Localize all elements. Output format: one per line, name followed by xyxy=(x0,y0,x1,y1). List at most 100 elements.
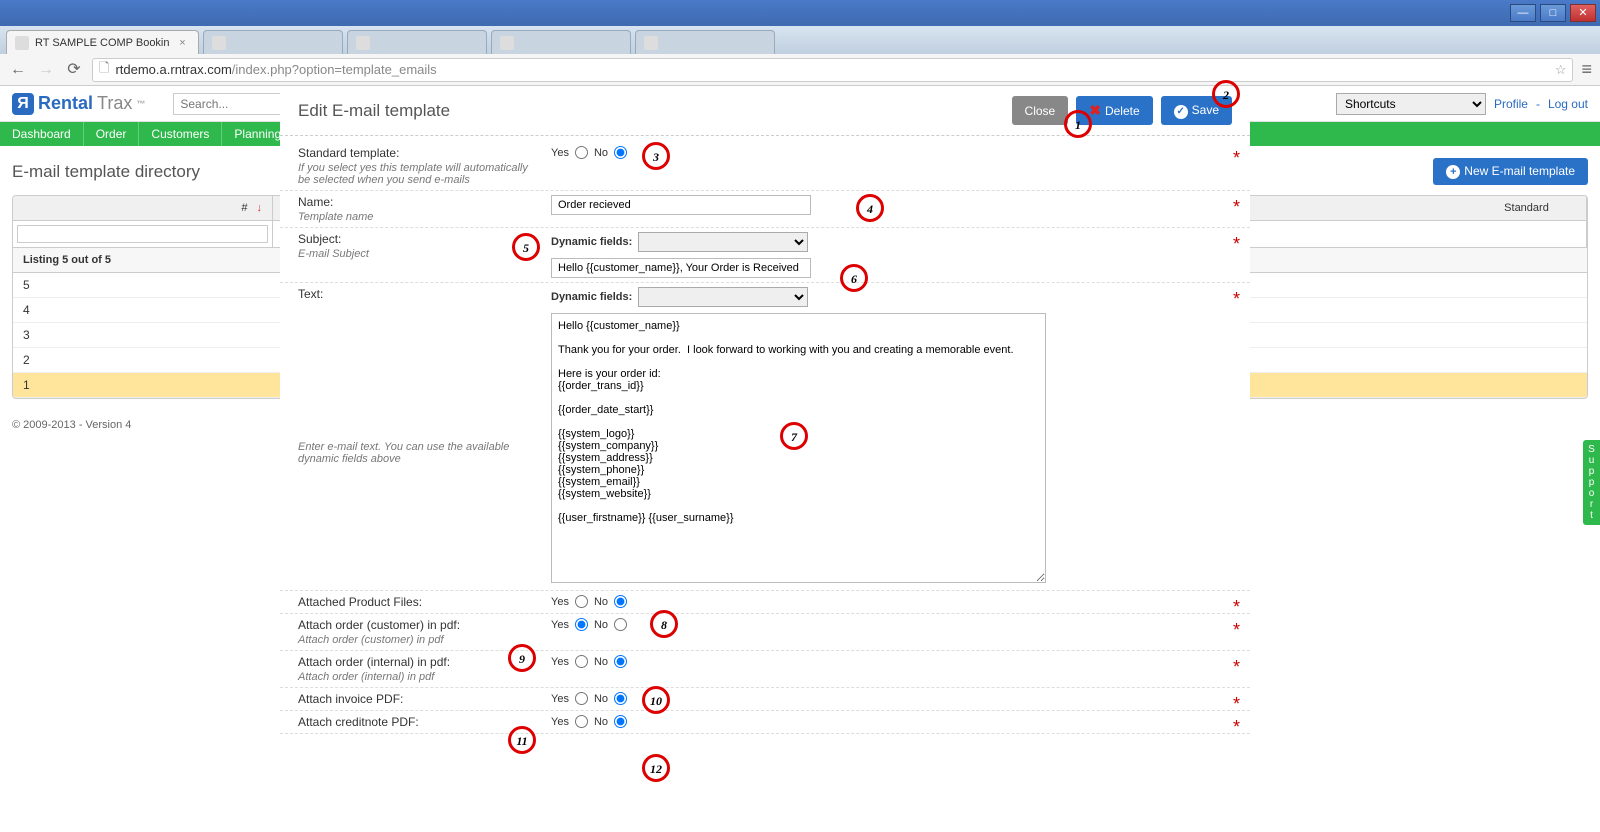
name-input[interactable] xyxy=(551,195,811,215)
favicon-icon xyxy=(212,36,226,50)
label-name: Name: xyxy=(298,195,543,209)
yes-label: Yes xyxy=(551,619,569,631)
no-label: No xyxy=(594,147,608,159)
required-icon: * xyxy=(1233,657,1240,678)
browser-tabbar: RT SAMPLE COMP Bookin × xyxy=(0,26,1600,54)
favicon-icon xyxy=(356,36,370,50)
attach-inv-no-radio[interactable] xyxy=(614,692,627,705)
label-attached-product-files: Attached Product Files: xyxy=(298,595,543,609)
col-standard[interactable]: Standard xyxy=(1467,196,1587,220)
standard-no-radio[interactable] xyxy=(614,146,627,159)
annotation-5: 5 xyxy=(512,233,540,261)
annotation-7: 7 xyxy=(780,422,808,450)
yes-label: Yes xyxy=(551,716,569,728)
required-icon: * xyxy=(1233,289,1240,310)
label-attach-internal-pdf: Attach order (internal) in pdf: xyxy=(298,655,543,669)
nav-dashboard[interactable]: Dashboard xyxy=(0,122,84,146)
annotation-2: 2 xyxy=(1212,80,1240,108)
subject-input[interactable] xyxy=(551,258,811,278)
hint-subject: E-mail Subject xyxy=(298,248,543,260)
page-icon: 🗋 xyxy=(99,59,109,81)
shortcuts-select[interactable]: Shortcuts xyxy=(1336,93,1486,115)
logout-link[interactable]: Log out xyxy=(1548,97,1588,111)
app-logo: Я RentalTrax ™ xyxy=(12,93,145,115)
label-attach-invoice-pdf: Attach invoice PDF: xyxy=(298,692,543,706)
required-icon: * xyxy=(1233,620,1240,641)
attach-cust-yes-radio[interactable] xyxy=(575,618,588,631)
attach-int-no-radio[interactable] xyxy=(614,655,627,668)
annotation-11: 11 xyxy=(508,726,536,754)
logo-text-2: Trax xyxy=(97,93,132,114)
page-title: E-mail template directory xyxy=(12,162,200,182)
reload-icon[interactable]: ⟳ xyxy=(64,60,84,80)
delete-label: Delete xyxy=(1105,104,1140,118)
url-host: rtdemo.a.rntrax.com xyxy=(115,62,231,77)
attached-prod-no-radio[interactable] xyxy=(614,595,627,608)
annotation-4: 4 xyxy=(856,194,884,222)
attach-cust-no-radio[interactable] xyxy=(614,618,627,631)
browser-tab-inactive[interactable] xyxy=(635,30,775,54)
subject-dynamic-select[interactable] xyxy=(638,232,808,252)
save-label: Save xyxy=(1192,103,1219,117)
maximize-button[interactable]: □ xyxy=(1540,4,1566,22)
support-tab[interactable]: Support xyxy=(1583,440,1600,525)
bookmark-icon[interactable]: ☆ xyxy=(1555,62,1567,78)
new-template-button[interactable]: +New E-mail template xyxy=(1433,158,1588,185)
sort-arrow-icon: ↓ xyxy=(257,202,263,214)
menu-icon[interactable]: ≡ xyxy=(1581,59,1592,80)
tab-close-icon[interactable]: × xyxy=(176,37,190,49)
attach-int-yes-radio[interactable] xyxy=(575,655,588,668)
close-button[interactable]: Close xyxy=(1012,96,1069,125)
favicon-icon xyxy=(15,36,29,50)
label-dynamic-fields: Dynamic fields: xyxy=(551,236,632,248)
forward-icon[interactable]: → xyxy=(36,60,56,80)
filter-input[interactable] xyxy=(17,225,268,243)
label-attach-creditnote-pdf: Attach creditnote PDF: xyxy=(298,715,543,729)
browser-tab-inactive[interactable] xyxy=(347,30,487,54)
annotation-1: 1 xyxy=(1064,110,1092,138)
address-bar: ← → ⟳ 🗋 rtdemo.a.rntrax.com/index.php?op… xyxy=(0,54,1600,86)
modal-title: Edit E-mail template xyxy=(298,101,450,121)
standard-yes-radio[interactable] xyxy=(575,146,588,159)
col-sort[interactable]: # ↓ xyxy=(13,196,273,220)
required-icon: * xyxy=(1233,717,1240,738)
check-icon: ✓ xyxy=(1174,105,1188,119)
no-label: No xyxy=(594,716,608,728)
browser-tab-inactive[interactable] xyxy=(491,30,631,54)
url-path: /index.php?option=template_emails xyxy=(232,62,437,77)
attach-cred-yes-radio[interactable] xyxy=(575,715,588,728)
annotation-12: 12 xyxy=(642,754,670,782)
label-standard-template: Standard template: xyxy=(298,146,543,160)
no-label: No xyxy=(594,656,608,668)
label-text: Text: xyxy=(298,287,543,301)
profile-link[interactable]: Profile xyxy=(1494,97,1528,111)
minimize-button[interactable]: — xyxy=(1510,4,1536,22)
yes-label: Yes xyxy=(551,693,569,705)
back-icon[interactable]: ← xyxy=(8,60,28,80)
required-icon: * xyxy=(1233,148,1240,169)
label-subject: Subject: xyxy=(298,232,543,246)
favicon-icon xyxy=(500,36,514,50)
hint-text: Enter e-mail text. You can use the avail… xyxy=(298,441,543,465)
no-label: No xyxy=(594,693,608,705)
browser-tab-active[interactable]: RT SAMPLE COMP Bookin × xyxy=(6,30,199,54)
attach-inv-yes-radio[interactable] xyxy=(575,692,588,705)
nav-customers[interactable]: Customers xyxy=(139,122,222,146)
url-field[interactable]: 🗋 rtdemo.a.rntrax.com/index.php?option=t… xyxy=(92,58,1573,82)
annotation-3: 3 xyxy=(642,142,670,170)
annotation-8: 8 xyxy=(650,610,678,638)
close-window-button[interactable]: ✕ xyxy=(1570,4,1596,22)
nav-order[interactable]: Order xyxy=(84,122,140,146)
logo-badge-icon: Я xyxy=(12,93,34,115)
attached-prod-yes-radio[interactable] xyxy=(575,595,588,608)
hint-standard-template: If you select yes this template will aut… xyxy=(298,162,543,186)
hint-attach-customer-pdf: Attach order (customer) in pdf xyxy=(298,634,543,646)
logo-text-1: Rental xyxy=(38,93,93,114)
attach-cred-no-radio[interactable] xyxy=(614,715,627,728)
label-attach-customer-pdf: Attach order (customer) in pdf: xyxy=(298,618,543,632)
required-icon: * xyxy=(1233,197,1240,218)
new-template-label: New E-mail template xyxy=(1464,164,1575,178)
browser-tab-inactive[interactable] xyxy=(203,30,343,54)
favicon-icon xyxy=(644,36,658,50)
text-dynamic-select[interactable] xyxy=(638,287,808,307)
